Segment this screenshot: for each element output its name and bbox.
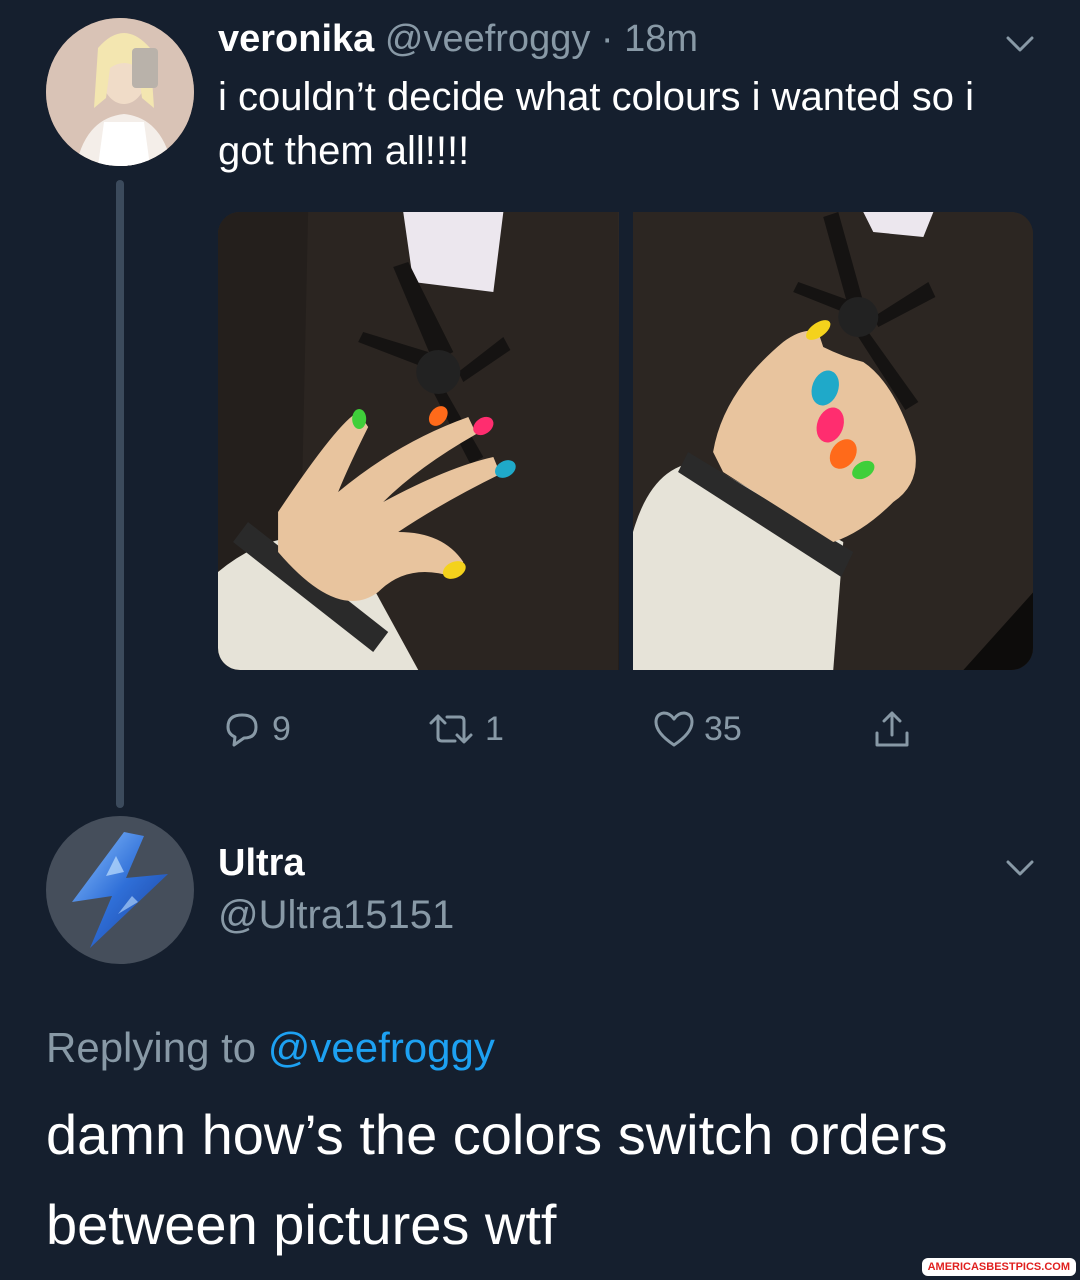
replying-prefix: Replying to [46, 1024, 257, 1071]
nails-photo-right[interactable] [632, 212, 1033, 670]
like-button[interactable]: 35 [650, 700, 742, 758]
tweet-actions: 9 1 35 [218, 700, 978, 758]
profile-photo-icon [46, 18, 194, 166]
reply-button[interactable]: 9 [218, 700, 291, 758]
chevron-down-icon[interactable] [1000, 848, 1040, 888]
retweet-icon [429, 714, 473, 744]
nails-photo-left[interactable] [218, 212, 619, 670]
display-name[interactable]: veronika [218, 18, 374, 60]
share-button[interactable] [868, 700, 916, 758]
retweet-button[interactable]: 1 [423, 700, 504, 758]
reply-count: 9 [272, 709, 291, 748]
separator-dot: · [600, 18, 614, 60]
thread-line [116, 180, 124, 808]
reply-text: damn how’s the colors switch orders betw… [46, 1103, 948, 1256]
chevron-down-icon[interactable] [1000, 24, 1040, 64]
like-count: 35 [704, 709, 742, 748]
retweet-count: 1 [485, 709, 504, 748]
avatar-veronika[interactable] [46, 18, 194, 166]
user-handle[interactable]: @veefroggy [385, 18, 590, 60]
lightning-bolt-icon [72, 832, 168, 948]
watermark: AMERICASBESTPICS.COM [921, 1258, 1076, 1276]
share-icon [875, 711, 909, 747]
user-handle[interactable]: @Ultra15151 [218, 890, 454, 940]
avatar-ultra[interactable] [46, 816, 194, 964]
replying-handle-link[interactable]: @veefroggy [268, 1024, 495, 1071]
tweet-media[interactable] [218, 212, 1033, 670]
tweet-text: i couldn’t decide what colours i wanted … [218, 75, 974, 173]
heart-icon [654, 711, 694, 747]
tweet1-header: veronika @veefroggy · 18m [218, 14, 698, 64]
timestamp[interactable]: 18m [624, 18, 698, 60]
reply-icon [226, 713, 258, 747]
display-name[interactable]: Ultra [218, 838, 305, 888]
replying-to: Replying to @veefroggy [46, 1020, 495, 1076]
